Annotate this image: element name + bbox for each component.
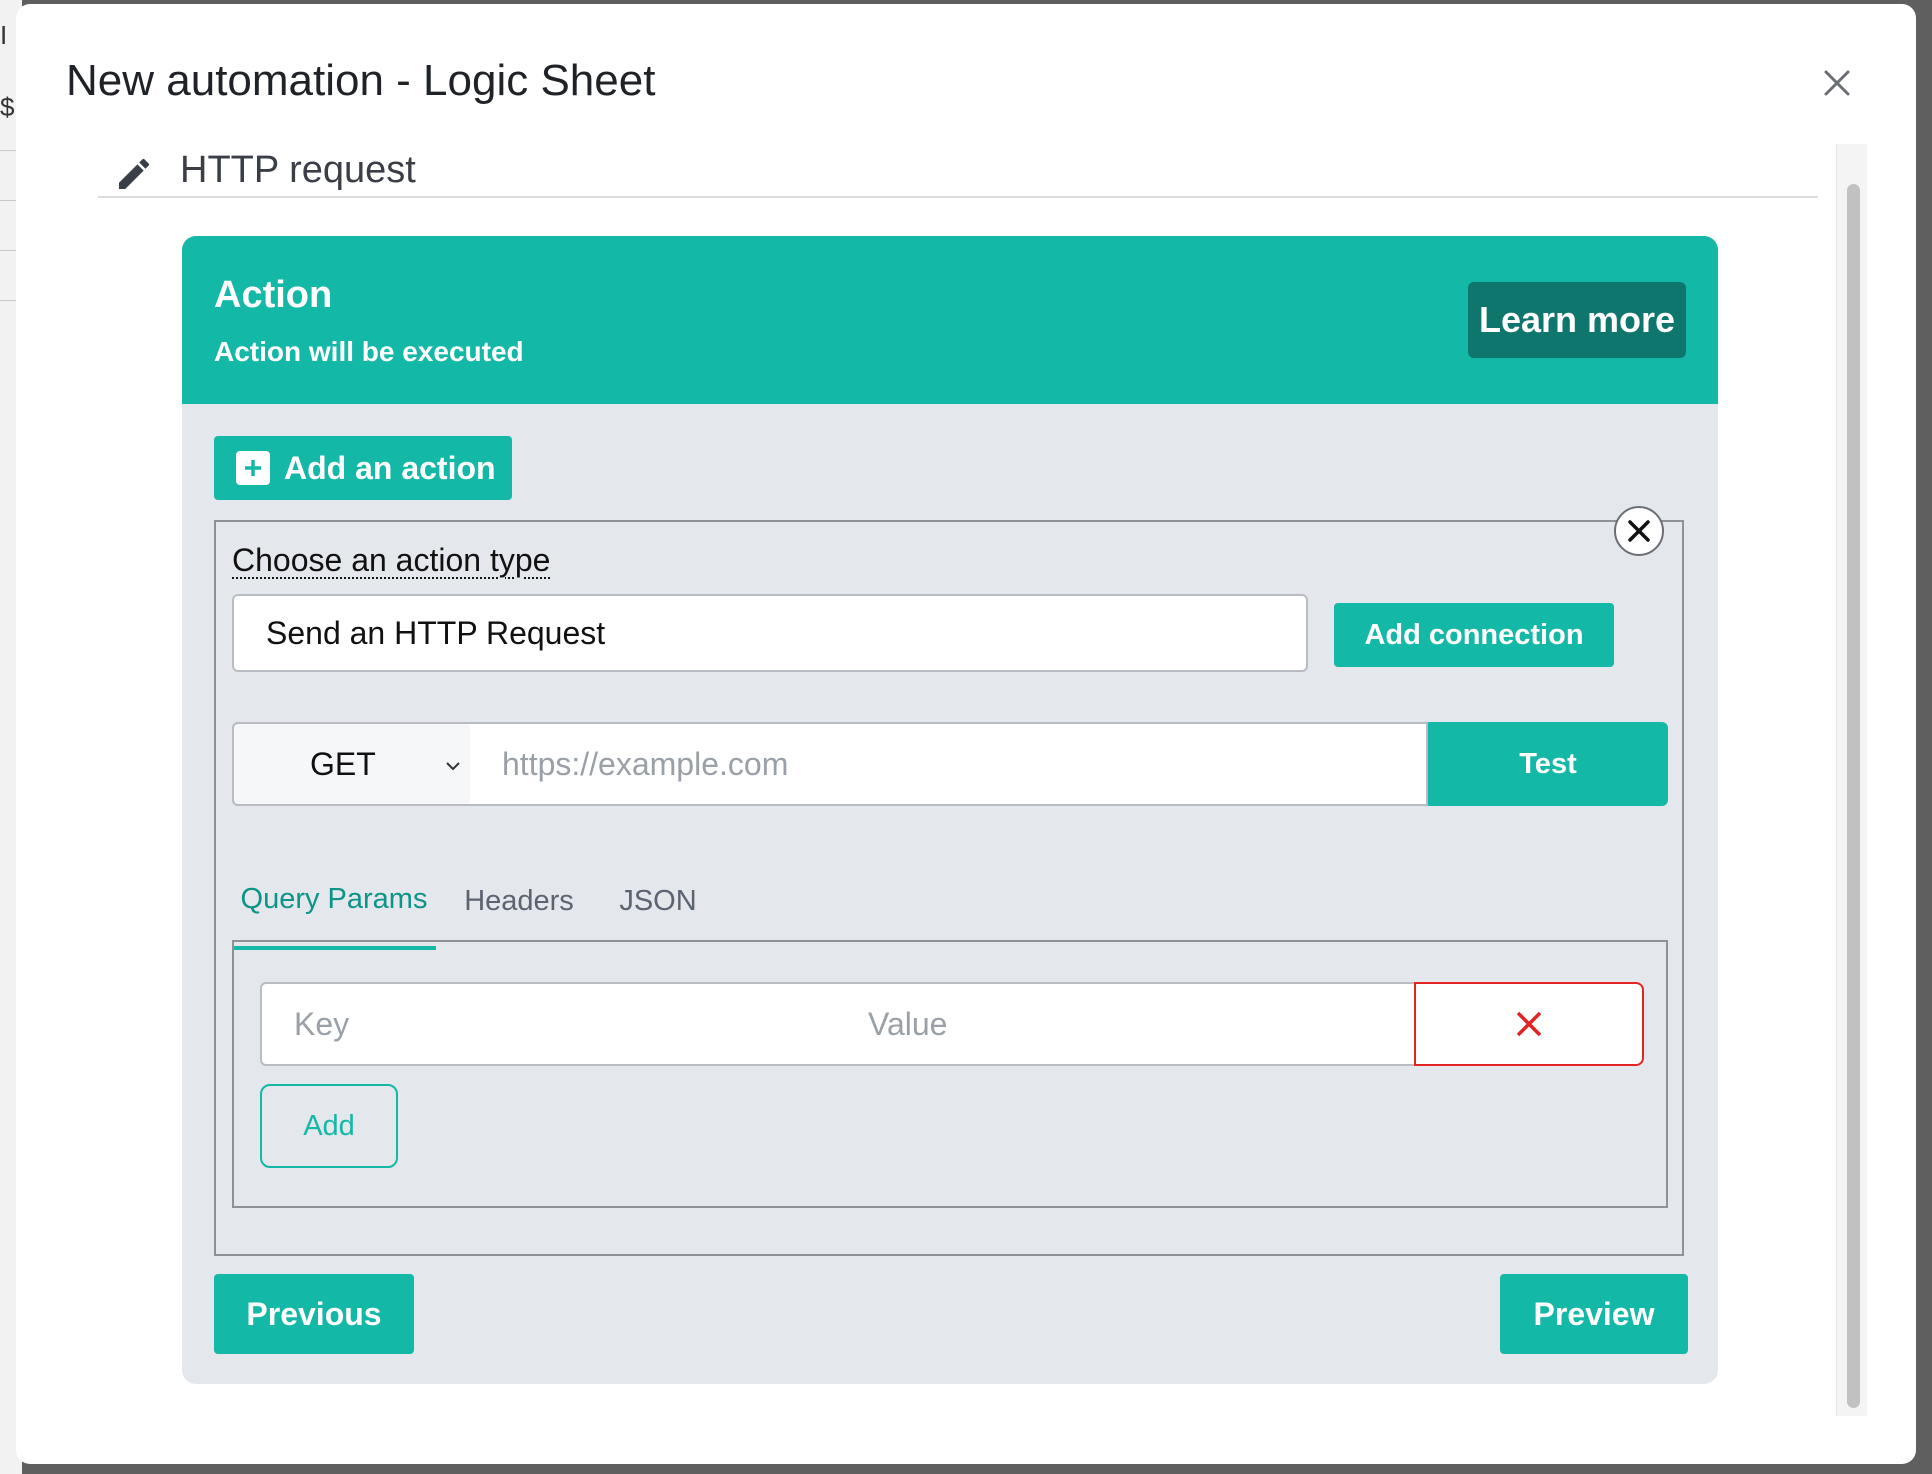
tab-query-params[interactable]: Query Params (232, 852, 436, 950)
request-row: GET https://example.com Test (232, 722, 1668, 806)
automation-modal: New automation - Logic Sheet HTTP reques… (16, 4, 1916, 1464)
tab-headers[interactable]: Headers (456, 852, 582, 950)
tab-json[interactable]: JSON (608, 852, 708, 950)
close-icon[interactable] (1820, 66, 1854, 100)
add-param-button[interactable]: Add (260, 1084, 398, 1168)
previous-button[interactable]: Previous (214, 1274, 414, 1354)
param-key-input[interactable]: Key (260, 982, 838, 1066)
action-type-label: Choose an action type (232, 542, 551, 578)
http-method-value: GET (310, 745, 376, 782)
pencil-icon (119, 158, 150, 189)
add-action-button[interactable]: Add an action (214, 436, 512, 500)
action-card-title: Action (214, 274, 333, 316)
scrollbar[interactable] (1836, 144, 1867, 1416)
close-circle-icon (1628, 520, 1650, 542)
add-connection-button[interactable]: Add connection (1334, 603, 1614, 667)
background-glyph: I (0, 20, 8, 50)
preview-button[interactable]: Preview (1500, 1274, 1688, 1354)
modal-title: New automation - Logic Sheet (66, 56, 656, 105)
query-params-panel (232, 940, 1668, 1208)
action-card-header: Action Action will be executed Learn mor… (182, 236, 1718, 404)
close-icon (1516, 1011, 1542, 1037)
section-header: HTTP request (98, 144, 1818, 198)
param-value-input[interactable]: Value (836, 982, 1416, 1066)
learn-more-button[interactable]: Learn more (1468, 282, 1686, 358)
test-button[interactable]: Test (1428, 722, 1668, 806)
chevron-down-icon (446, 762, 460, 771)
scrollbar-thumb[interactable] (1847, 184, 1860, 1408)
add-action-label: Add an action (284, 449, 496, 486)
background-glyph: $ (0, 92, 15, 122)
request-tabs: Query Params Headers JSON (232, 852, 1668, 950)
action-card: Action Action will be executed Learn mor… (182, 236, 1718, 1384)
http-method-select[interactable]: GET (232, 722, 472, 806)
url-input[interactable]: https://example.com (470, 722, 1428, 806)
action-card-subtitle: Action will be executed (214, 336, 524, 367)
plus-icon (236, 451, 270, 485)
delete-param-button[interactable] (1414, 982, 1644, 1066)
action-type-select[interactable]: Send an HTTP Request (232, 594, 1308, 672)
section-title: HTTP request (180, 149, 416, 191)
remove-action-button[interactable] (1614, 506, 1664, 556)
